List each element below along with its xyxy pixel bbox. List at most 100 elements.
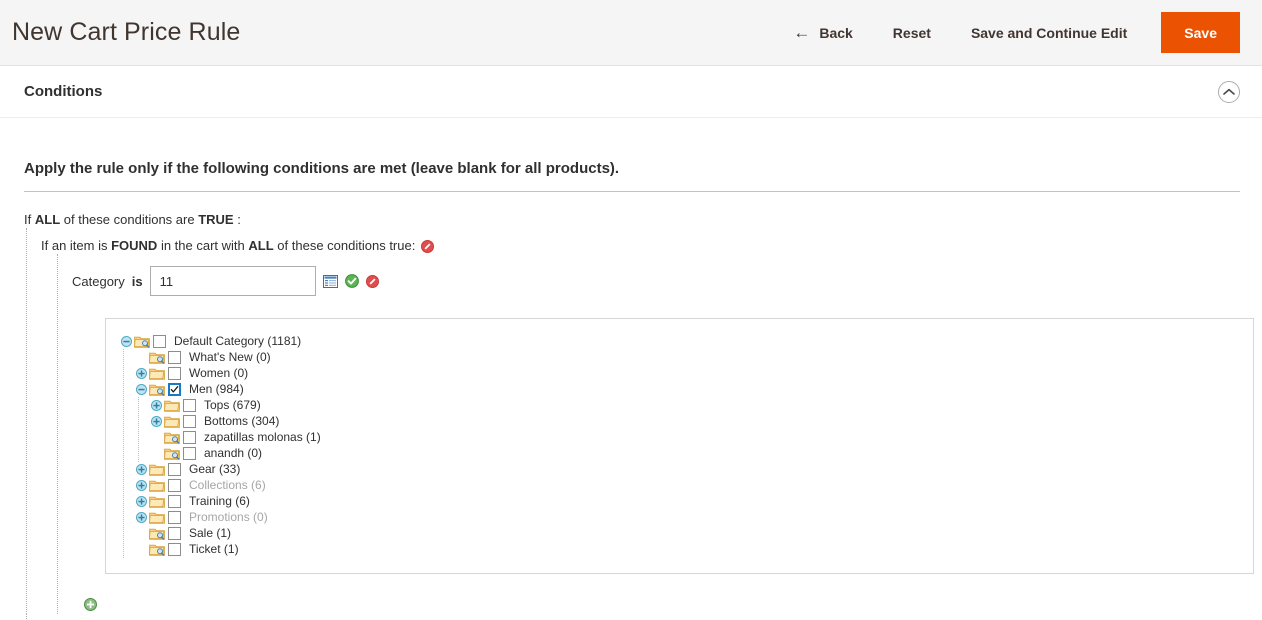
rule-line2-middle: in the cart with <box>160 238 245 253</box>
tree-node-checkbox[interactable] <box>168 350 181 364</box>
save-and-continue-edit-button[interactable]: Save and Continue Edit <box>951 13 1147 53</box>
expand-node-icon[interactable] <box>148 413 164 429</box>
reset-button[interactable]: Reset <box>873 13 951 53</box>
inner-aggregator-select-all[interactable]: ALL <box>248 238 273 253</box>
expand-node-icon[interactable] <box>133 493 149 509</box>
tree-node-spacer <box>133 525 149 541</box>
tree-node-label[interactable]: Collections (6) <box>189 478 266 492</box>
tree-guide-line <box>123 541 124 558</box>
tree-node-label[interactable]: anandh (0) <box>204 446 262 460</box>
condition-row-category: Category is <box>72 262 1240 296</box>
tree-node[interactable]: Tops (679) <box>118 397 1253 414</box>
apply-rule-description: Apply the rule only if the following con… <box>24 160 620 177</box>
collapse-node-icon[interactable] <box>118 333 134 349</box>
tree-node-label[interactable]: Gear (33) <box>189 462 240 476</box>
tree-node[interactable]: Promotions (0) <box>118 509 1253 526</box>
folder-icon <box>149 509 167 525</box>
tree-node-label[interactable]: Training (6) <box>189 494 250 508</box>
folder-icon <box>149 461 167 477</box>
collapse-node-icon[interactable] <box>133 381 149 397</box>
tree-node-label[interactable]: Bottoms (304) <box>204 414 279 428</box>
tree-node[interactable]: Bottoms (304) <box>118 413 1253 430</box>
add-circle-icon[interactable] <box>84 598 97 611</box>
category-tree-panel[interactable]: Default Category (1181) What's New (0) Wom… <box>105 318 1254 574</box>
tree-node-checkbox[interactable] <box>183 430 196 444</box>
tree-node[interactable]: Training (6) <box>118 493 1253 510</box>
tree-guide-line <box>123 429 124 446</box>
condition-operator-label[interactable]: is <box>132 274 143 289</box>
tree-node-checkbox[interactable] <box>168 478 181 492</box>
tree-node-label[interactable]: What's New (0) <box>189 350 271 364</box>
tree-node-label[interactable]: Ticket (1) <box>189 542 239 556</box>
tree-node[interactable]: Sale (1) <box>118 525 1253 542</box>
tree-guide-line <box>138 413 139 430</box>
tree-node[interactable]: Ticket (1) <box>118 541 1253 558</box>
header-actions: ← Back Reset Save and Continue Edit Save <box>773 0 1240 65</box>
value-select-true[interactable]: TRUE <box>198 212 233 227</box>
conditions-tree: If ALL of these conditions are TRUE : If… <box>24 192 1254 620</box>
tree-node-checkbox[interactable] <box>168 462 181 476</box>
conditions-section-header[interactable]: Conditions <box>0 66 1262 118</box>
condition-value-input[interactable] <box>149 266 316 296</box>
back-button[interactable]: ← Back <box>773 13 872 53</box>
tree-node-label[interactable]: Women (0) <box>189 366 248 380</box>
save-button-label: Save <box>1184 24 1217 41</box>
folder-search-icon <box>164 429 182 445</box>
tree-node-checkbox[interactable] <box>168 382 181 396</box>
tree-node-checkbox[interactable] <box>168 526 181 540</box>
tree-guide-line <box>123 493 124 510</box>
save-and-continue-edit-label: Save and Continue Edit <box>970 24 1128 41</box>
tree-node-label[interactable]: Default Category (1181) <box>174 334 301 348</box>
delete-circle-icon[interactable] <box>365 274 379 288</box>
tree-node-label[interactable]: Sale (1) <box>189 526 231 540</box>
tree-node-checkbox[interactable] <box>168 542 181 556</box>
folder-search-icon <box>164 445 182 461</box>
tree-node[interactable]: Men (984) <box>118 381 1253 398</box>
delete-circle-icon[interactable] <box>420 240 434 253</box>
tree-node-checkbox[interactable] <box>168 494 181 508</box>
reset-button-label: Reset <box>892 24 931 41</box>
tree-node-checkbox[interactable] <box>183 446 196 460</box>
tree-guide-line <box>123 461 124 478</box>
aggregator-select-all[interactable]: ALL <box>35 212 60 227</box>
expand-node-icon[interactable] <box>133 365 149 381</box>
tree-node[interactable]: Default Category (1181) <box>118 333 1253 349</box>
tree-node[interactable]: Collections (6) <box>118 477 1253 494</box>
tree-node-checkbox[interactable] <box>168 366 181 380</box>
tree-node-checkbox[interactable] <box>168 510 181 524</box>
expand-node-icon[interactable] <box>133 477 149 493</box>
folder-icon <box>149 477 167 493</box>
chooser-list-icon[interactable] <box>322 274 338 288</box>
tree-node[interactable]: zapatillas molonas (1) <box>118 429 1253 446</box>
tree-node-label[interactable]: Men (984) <box>189 382 244 396</box>
tree-guide-line <box>138 429 139 446</box>
tree-node-spacer <box>133 541 149 557</box>
expand-node-icon[interactable] <box>133 461 149 477</box>
tree-node[interactable]: anandh (0) <box>118 445 1253 462</box>
tree-node-checkbox[interactable] <box>183 414 196 428</box>
folder-icon <box>164 397 182 413</box>
tree-node-checkbox[interactable] <box>153 334 166 348</box>
expand-node-icon[interactable] <box>148 397 164 413</box>
tree-node-label[interactable]: Promotions (0) <box>189 510 268 524</box>
tree-node-checkbox[interactable] <box>183 398 196 412</box>
rule-line2-suffix: of these conditions true: <box>277 238 416 253</box>
save-button[interactable]: Save <box>1161 12 1240 53</box>
tree-guide-line <box>138 397 139 414</box>
tree-node[interactable]: Gear (33) <box>118 461 1253 478</box>
add-condition-inner-row <box>72 574 1240 614</box>
tree-node[interactable]: Women (0) <box>118 365 1253 382</box>
chevron-up-circle-icon[interactable] <box>1218 80 1240 103</box>
tree-guide-line <box>123 477 124 494</box>
tree-guide-line <box>123 349 124 366</box>
folder-search-icon <box>149 525 167 541</box>
tree-node-label[interactable]: Tops (679) <box>204 398 261 412</box>
tree-guide-line <box>123 381 124 398</box>
condition-attribute-label[interactable]: Category <box>72 274 125 289</box>
tree-node[interactable]: What's New (0) <box>118 349 1253 366</box>
expand-node-icon[interactable] <box>133 509 149 525</box>
tree-node-label[interactable]: zapatillas molonas (1) <box>204 430 321 444</box>
apply-check-icon[interactable] <box>344 274 359 288</box>
rule-line1-middle: of these conditions are <box>63 212 195 227</box>
found-select[interactable]: FOUND <box>111 238 157 253</box>
